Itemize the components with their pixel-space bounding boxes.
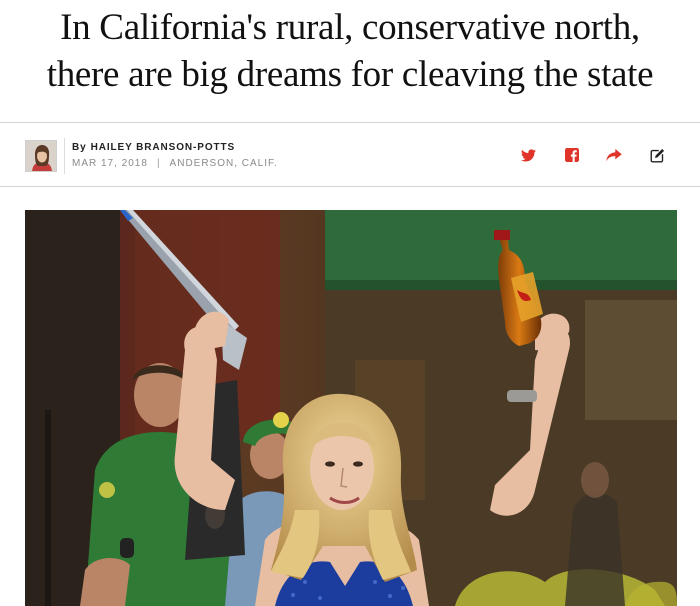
- byline: By HAILEY BRANSON-POTTS MAR 17, 2018 | ANDE…: [72, 141, 278, 171]
- divider-bottom: [0, 186, 700, 187]
- facebook-icon: [565, 148, 579, 162]
- edit-button[interactable]: [647, 145, 667, 165]
- facebook-share-button[interactable]: [562, 145, 582, 165]
- headline-section: In California's rural, conservative nort…: [0, 0, 700, 122]
- headline-line-1: In California's rural, conservative nort…: [60, 7, 640, 48]
- twitter-share-button[interactable]: [518, 145, 538, 165]
- author-avatar[interactable]: [25, 140, 57, 172]
- author-name[interactable]: HAILEY BRANSON-POTTS: [91, 142, 236, 153]
- by-label: By: [72, 142, 87, 153]
- publish-date: MAR 17, 2018: [72, 158, 148, 169]
- twitter-icon: [520, 148, 536, 161]
- edit-icon: [650, 148, 664, 162]
- share-forward-icon: [606, 148, 622, 161]
- lead-photo-image: [25, 210, 677, 606]
- byline-separator: [64, 138, 65, 174]
- article-headline: In California's rural, conservative nort…: [0, 4, 700, 98]
- meta-separator: |: [156, 158, 161, 169]
- date-location: MAR 17, 2018 | ANDERSON, CALIF.: [72, 157, 278, 171]
- lead-photo[interactable]: [25, 210, 677, 606]
- author-line: By HAILEY BRANSON-POTTS: [72, 141, 278, 155]
- dateline-location: ANDERSON, CALIF.: [169, 158, 278, 169]
- headline-line-2: there are big dreams for cleaving the st…: [46, 54, 654, 95]
- byline-bar: By HAILEY BRANSON-POTTS MAR 17, 2018 | ANDE…: [0, 123, 700, 186]
- share-forward-button[interactable]: [604, 145, 624, 165]
